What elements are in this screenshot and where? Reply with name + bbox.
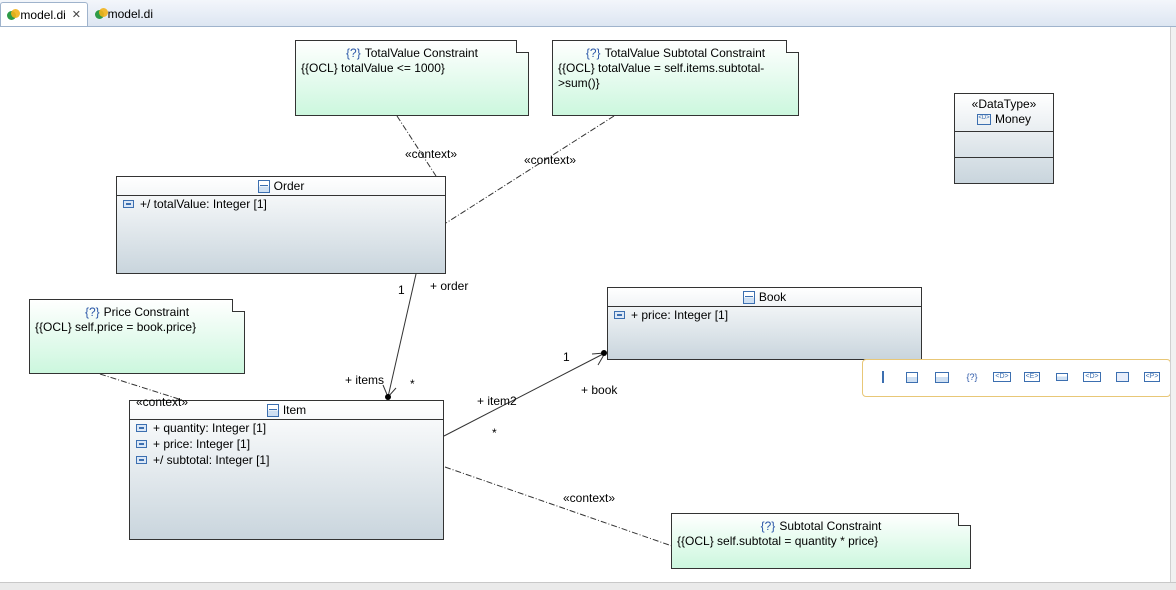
role-label: + item2 bbox=[477, 394, 517, 408]
property-icon bbox=[136, 456, 147, 464]
tab-model-di-active[interactable]: model.di ✕ bbox=[0, 2, 88, 26]
class-item[interactable]: Item + quantity: Integer [1] + price: In… bbox=[129, 400, 444, 540]
note-body-line: {{OCL} totalValue = self.items.subtotal- bbox=[558, 61, 765, 75]
note-fold bbox=[786, 40, 799, 53]
class-icon[interactable] bbox=[904, 369, 920, 385]
note-totalvalue-constraint[interactable]: {?} TotalValue Constraint {{OCL} totalVal… bbox=[295, 40, 529, 116]
tab-label: model.di bbox=[107, 7, 153, 21]
vertical-scrollbar[interactable] bbox=[1170, 27, 1176, 582]
property-icon bbox=[614, 311, 625, 319]
note-title: Price Constraint bbox=[103, 305, 190, 319]
role-label: + order bbox=[430, 279, 469, 293]
component-icon[interactable] bbox=[934, 369, 950, 385]
datatype-icon: <D> bbox=[976, 114, 991, 126]
note-price-constraint[interactable]: {?} Price Constraint {{OCL} self.price = … bbox=[29, 299, 245, 374]
attribute-label: +/ subtotal: Integer [1] bbox=[153, 453, 270, 467]
multiplicity-label: * bbox=[492, 426, 497, 440]
constraint-icon: {?} bbox=[585, 46, 601, 60]
context-label: «context» bbox=[136, 395, 189, 409]
property-icon bbox=[123, 200, 134, 208]
class-icon bbox=[266, 403, 279, 417]
class-book[interactable]: Book + price: Integer [1] bbox=[607, 287, 922, 360]
close-icon[interactable]: ✕ bbox=[72, 8, 81, 21]
attribute-row[interactable]: +/ subtotal: Integer [1] bbox=[130, 452, 443, 468]
primitive-icon[interactable] bbox=[1054, 369, 1070, 385]
datatype-money[interactable]: «DataType» <D> Money bbox=[954, 93, 1054, 184]
papyrus-model-icon bbox=[95, 8, 108, 20]
attribute-row[interactable]: +/ totalValue: Integer [1] bbox=[117, 196, 445, 212]
note-title: TotalValue Subtotal Constraint bbox=[604, 46, 766, 60]
note-title: TotalValue Constraint bbox=[364, 46, 478, 60]
primitivetype-icon[interactable]: <P> bbox=[1143, 369, 1161, 385]
note-body-line: {{OCL} self.subtotal = quantity * price} bbox=[677, 534, 879, 548]
diagram-canvas[interactable]: {?} TotalValue Constraint {{OCL} totalVal… bbox=[0, 27, 1176, 582]
class-order[interactable]: Order +/ totalValue: Integer [1] bbox=[116, 176, 446, 274]
attribute-row[interactable]: + price: Integer [1] bbox=[608, 307, 921, 323]
datatype-stereotype: «DataType» bbox=[971, 97, 1037, 111]
constraint-icon: {?} bbox=[84, 305, 100, 319]
context-label: «context» bbox=[524, 153, 577, 167]
context-link-order[interactable] bbox=[396, 115, 437, 177]
datatype-tag: <D> bbox=[993, 372, 1011, 382]
attribute-row[interactable]: + quantity: Integer [1] bbox=[130, 420, 443, 436]
tab-label: model.di bbox=[20, 7, 66, 22]
multiplicity-label: 1 bbox=[398, 283, 405, 297]
note-totalvalue-subtotal-constraint[interactable]: {?} TotalValue Subtotal Constraint {{OCL}… bbox=[552, 40, 799, 116]
note-fold bbox=[958, 513, 971, 526]
interface-tag: <D> bbox=[1083, 372, 1101, 382]
property-icon bbox=[136, 424, 147, 432]
note-body-line: {{OCL} totalValue <= 1000} bbox=[301, 61, 445, 75]
primitivetype-tag: <P> bbox=[1143, 372, 1161, 382]
attribute-label: + quantity: Integer [1] bbox=[153, 421, 267, 435]
property-icon bbox=[136, 440, 147, 448]
context-label: «context» bbox=[563, 491, 616, 505]
datatype-name: Money bbox=[994, 112, 1032, 126]
constraint-icon: {?} bbox=[760, 519, 776, 533]
enumeration-icon[interactable]: <E> bbox=[1023, 369, 1041, 385]
datatype-attributes-compartment[interactable] bbox=[955, 132, 1053, 158]
note-body-line: {{OCL} self.price = book.price} bbox=[35, 320, 197, 334]
interface-icon[interactable]: <D> bbox=[1083, 369, 1101, 385]
role-label: + book bbox=[581, 383, 618, 397]
multiplicity-label: 1 bbox=[563, 350, 570, 364]
context-link-item-subtotal[interactable] bbox=[444, 466, 673, 547]
note-title: Subtotal Constraint bbox=[779, 519, 882, 533]
package-icon[interactable] bbox=[1114, 369, 1130, 385]
popup-palette: {?} <D> <E> <D> <P> bbox=[862, 359, 1171, 397]
class-icon bbox=[742, 290, 755, 304]
editor-tab-bar: model.di ✕ model.di bbox=[0, 0, 1176, 27]
papyrus-model-icon bbox=[7, 8, 21, 21]
enumeration-tag: <E> bbox=[1023, 372, 1041, 382]
note-subtotal-constraint[interactable]: {?} Subtotal Constraint {{OCL} self.subto… bbox=[671, 513, 971, 569]
note-fold bbox=[232, 299, 245, 312]
class-name: Order bbox=[273, 179, 305, 193]
role-label: + items bbox=[345, 373, 385, 387]
class-name: Book bbox=[758, 290, 787, 304]
constraint-icon[interactable]: {?} bbox=[964, 369, 980, 385]
context-label: «context» bbox=[405, 147, 458, 161]
attribute-label: + price: Integer [1] bbox=[153, 437, 251, 451]
tab-model-di[interactable]: model.di bbox=[89, 2, 159, 26]
class-icon bbox=[257, 179, 270, 193]
note-body-line: >sum()} bbox=[558, 76, 600, 90]
note-fold bbox=[516, 40, 529, 53]
multiplicity-label: * bbox=[410, 377, 415, 391]
class-name: Item bbox=[282, 403, 307, 417]
attribute-label: + price: Integer [1] bbox=[631, 308, 729, 322]
attribute-row[interactable]: + price: Integer [1] bbox=[130, 436, 443, 452]
context-link-order-subtotal[interactable] bbox=[445, 115, 615, 224]
horizontal-scrollbar[interactable] bbox=[0, 582, 1176, 590]
attribute-label: +/ totalValue: Integer [1] bbox=[140, 197, 267, 211]
constraint-icon: {?} bbox=[346, 46, 361, 60]
property-icon[interactable] bbox=[875, 369, 891, 385]
datatype-icon[interactable]: <D> bbox=[993, 369, 1011, 385]
